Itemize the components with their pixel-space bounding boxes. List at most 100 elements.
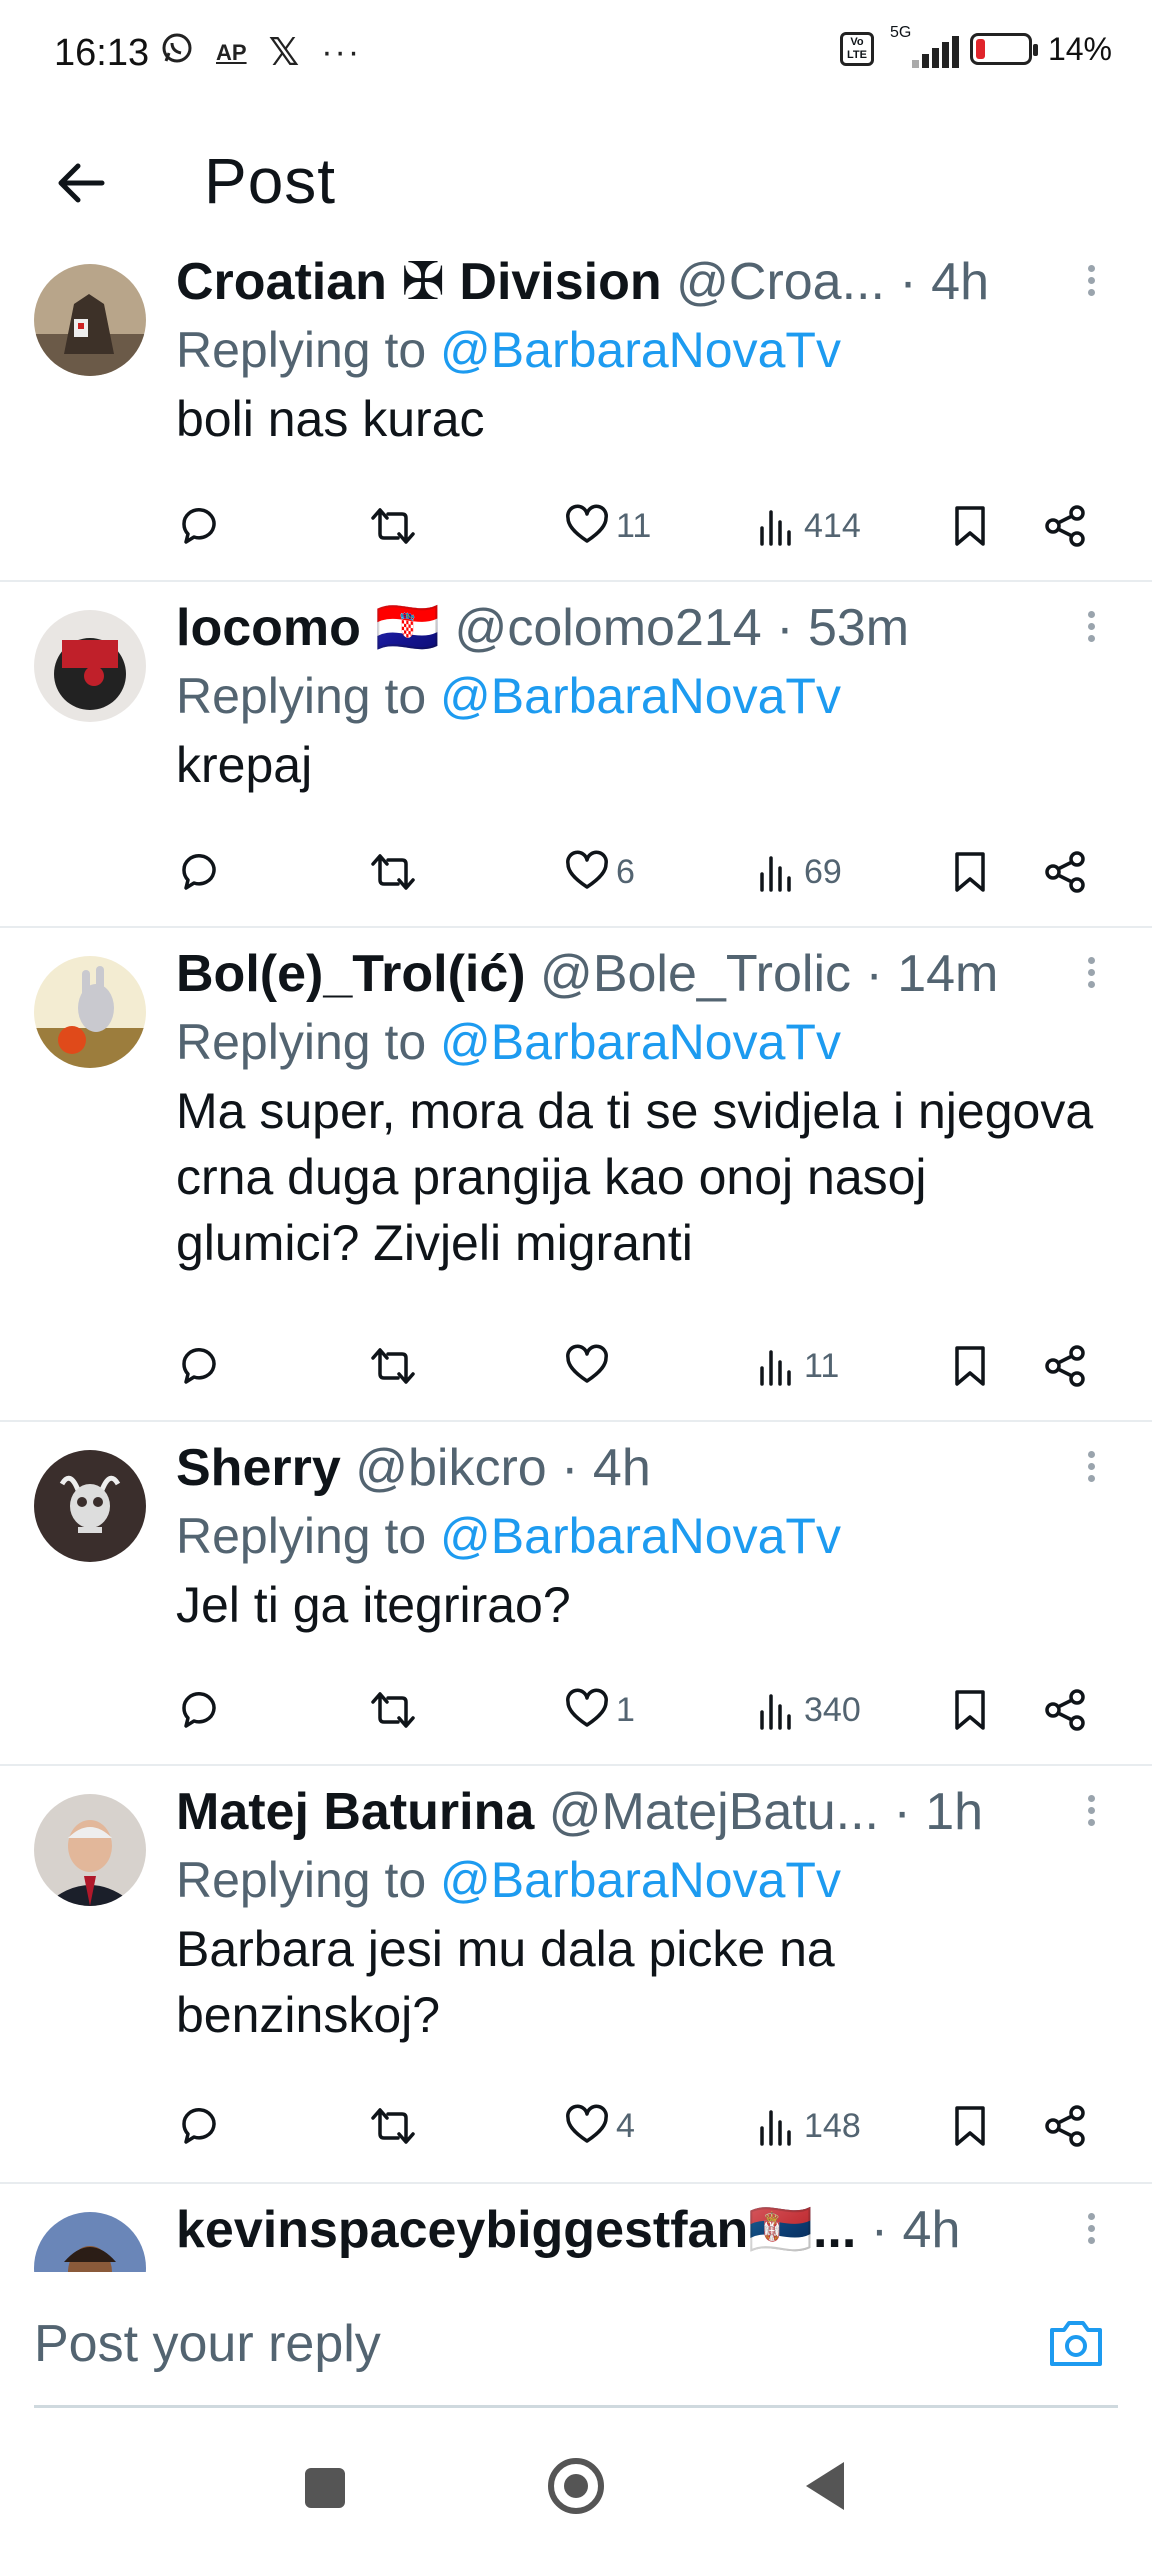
reply-author-name[interactable]: Sherry (176, 1439, 341, 1497)
reply-button[interactable] (176, 1680, 224, 1740)
like-count: 4 (616, 2106, 635, 2145)
bookmark-button[interactable] (950, 842, 990, 902)
views-button[interactable]: 414 (758, 496, 861, 556)
more-options-button[interactable] (1076, 1790, 1106, 1840)
like-button[interactable]: 4 (564, 2096, 635, 2156)
share-button[interactable] (1042, 496, 1088, 556)
share-button[interactable] (1042, 1680, 1088, 1740)
share-icon (1045, 505, 1085, 547)
more-options-button[interactable] (1076, 606, 1106, 656)
arrow-left-icon (58, 163, 105, 203)
reply-item[interactable]: Bol(e)_Trol(ić) @Bole_Trolic · 14m Reply… (0, 928, 1152, 1422)
reply-author-handle[interactable]: @MatejBatu... (549, 1783, 879, 1841)
reply-button[interactable] (176, 842, 224, 902)
reply-item[interactable]: Sherry @bikcro · 4h Replying to @Barbara… (0, 1422, 1152, 1766)
reply-input[interactable]: Post your reply (34, 2314, 381, 2374)
share-button[interactable] (1042, 2096, 1088, 2156)
composer-divider (34, 2405, 1118, 2408)
system-nav-bar (0, 2412, 1152, 2560)
replying-to: Replying to @BarbaraNovaTv (176, 320, 841, 380)
repost-button[interactable] (368, 1680, 418, 1740)
recents-square-icon[interactable] (305, 2468, 345, 2508)
avatar[interactable] (34, 264, 146, 376)
views-button[interactable]: 340 (758, 1680, 861, 1740)
reply-author-name[interactable]: locomo 🇭🇷 (176, 599, 440, 657)
battery-percent: 14% (1047, 30, 1112, 67)
reply-time: · 1h (893, 1783, 984, 1841)
reply-text: Ma super, mora da ti se svidjela i njego… (176, 1083, 1094, 1271)
bookmark-icon (955, 506, 985, 546)
repost-icon (371, 508, 415, 544)
views-button[interactable]: 11 (758, 1336, 839, 1396)
avatar[interactable] (34, 956, 146, 1068)
reply-author-handle[interactable]: @colomo214 (455, 599, 762, 657)
bookmark-button[interactable] (950, 2096, 990, 2156)
avatar[interactable] (34, 610, 146, 722)
reply-text: Jel ti ga itegrirao? (176, 1577, 571, 1633)
reply-author-name[interactable]: Matej Baturina (176, 1783, 534, 1841)
repost-button[interactable] (368, 842, 418, 902)
views-chart-icon (760, 1694, 791, 1730)
like-button[interactable]: 1 (564, 1680, 635, 1740)
replies-feed[interactable]: Croatian ✠ Division @Croa... · 4h Replyi… (0, 252, 1152, 2272)
comment-icon (182, 2108, 216, 2144)
reply-text: Barbara jesi mu dala picke na benzinskoj… (176, 1921, 835, 2043)
reply-item[interactable]: kevinspaceybiggestfan🇷🇸... · 4h (0, 2184, 1152, 2272)
repost-button[interactable] (368, 2096, 418, 2156)
more-options-button[interactable] (1076, 260, 1106, 310)
more-options-button[interactable] (1076, 1446, 1106, 1496)
like-button[interactable]: 6 (564, 842, 635, 902)
back-triangle-icon[interactable] (806, 2462, 844, 2510)
more-options-button[interactable] (1076, 952, 1106, 1002)
bookmark-button[interactable] (950, 496, 990, 556)
views-button[interactable]: 148 (758, 2096, 861, 2156)
reply-author-handle[interactable]: @Croa... (676, 253, 885, 311)
repost-button[interactable] (368, 1336, 418, 1396)
reply-item[interactable]: locomo 🇭🇷 @colomo214 · 53m Replying to @… (0, 582, 1152, 928)
reply-author-name[interactable]: Bol(e)_Trol(ić) (176, 945, 526, 1003)
comment-icon (182, 854, 216, 890)
reply-author-name[interactable]: Croatian ✠ Division (176, 253, 662, 311)
like-button[interactable]: 11 (564, 496, 651, 556)
action-bar: 6 69 (176, 842, 1116, 902)
action-bar: 4 148 (176, 2096, 1116, 2156)
mention-link[interactable]: @BarbaraNovaTv (440, 1014, 841, 1070)
reply-time: · 14m (865, 945, 999, 1003)
like-button[interactable] (564, 1336, 616, 1396)
bookmark-button[interactable] (950, 1336, 990, 1396)
views-button[interactable]: 69 (758, 842, 842, 902)
bookmark-icon (955, 2106, 985, 2146)
mention-link[interactable]: @BarbaraNovaTv (440, 1508, 841, 1564)
reply-button[interactable] (176, 1336, 224, 1396)
reply-time: · 4h (899, 253, 990, 311)
bookmark-button[interactable] (950, 1680, 990, 1740)
avatar[interactable] (34, 1794, 146, 1906)
page-title: Post (204, 145, 337, 217)
action-bar: 11 (176, 1336, 1116, 1396)
repost-button[interactable] (368, 496, 418, 556)
mention-link[interactable]: @BarbaraNovaTv (440, 668, 841, 724)
mention-link[interactable]: @BarbaraNovaTv (440, 1852, 841, 1908)
more-options-button[interactable] (1076, 2208, 1106, 2258)
reply-time: · 53m (776, 599, 910, 657)
reply-author-handle[interactable]: @Bole_Trolic (540, 945, 851, 1003)
avatar[interactable] (34, 1450, 146, 1562)
camera-button[interactable] (1046, 2316, 1106, 2370)
reply-item[interactable]: Matej Baturina @MatejBatu... · 1h Replyi… (0, 1766, 1152, 2184)
share-button[interactable] (1042, 1336, 1088, 1396)
share-button[interactable] (1042, 842, 1088, 902)
reply-item[interactable]: Croatian ✠ Division @Croa... · 4h Replyi… (0, 252, 1152, 582)
home-circle-icon[interactable] (548, 2458, 604, 2514)
reply-text: krepaj (176, 737, 313, 793)
reply-author-name[interactable]: kevinspaceybiggestfan🇷🇸... (176, 2201, 856, 2259)
reply-author-handle[interactable]: @bikcro (355, 1439, 547, 1497)
x-icon: 𝕏 (268, 32, 300, 74)
back-button[interactable] (46, 148, 116, 218)
view-count: 414 (804, 506, 861, 545)
reply-button[interactable] (176, 2096, 224, 2156)
mention-link[interactable]: @BarbaraNovaTv (440, 322, 841, 378)
reply-button[interactable] (176, 496, 224, 556)
avatar[interactable] (34, 2212, 146, 2272)
views-chart-icon (760, 2110, 791, 2146)
repost-icon (371, 2108, 415, 2144)
